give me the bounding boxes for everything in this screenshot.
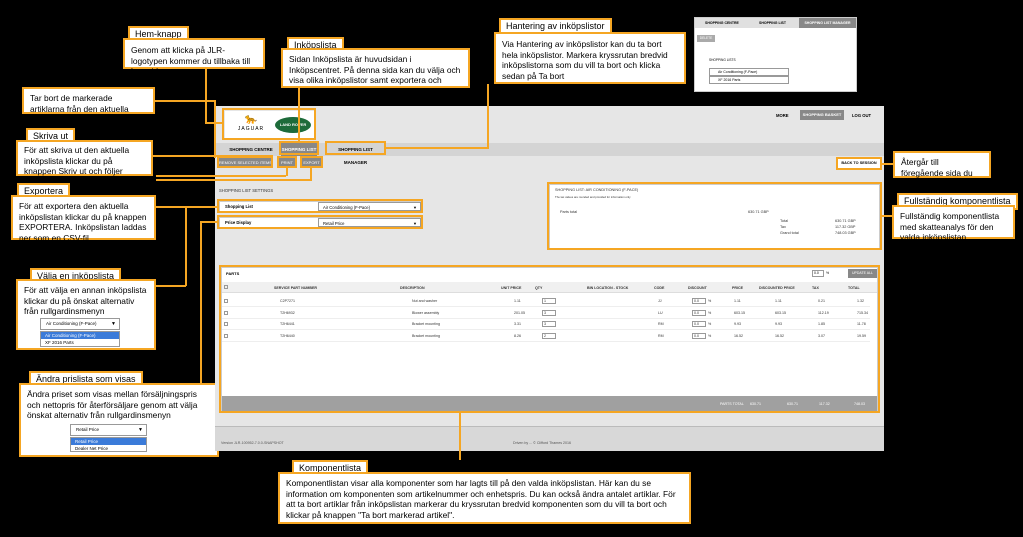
highlight-tab-list xyxy=(279,141,319,155)
callout-manager: Via Hantering av inköpslistor kan du ta … xyxy=(494,32,686,84)
connector xyxy=(153,155,273,157)
manager-preview-heading: SHOPPING LISTS xyxy=(709,58,736,62)
settings-heading: SHOPPING LIST SETTINGS xyxy=(219,188,274,193)
highlight-parts xyxy=(219,265,880,413)
example-price-select[interactable]: Retail Price ▼ xyxy=(70,424,147,436)
callout-price-text: Ändra priset som visas mellan försäljnin… xyxy=(27,389,198,420)
highlight-summary xyxy=(547,182,882,250)
highlight-print xyxy=(277,156,297,168)
manager-preview-delete[interactable]: DELETE xyxy=(697,35,715,42)
manager-preview-tab[interactable]: SHOPPING LIST xyxy=(759,21,786,25)
chevron-down-icon: ▼ xyxy=(138,427,143,433)
nav-logout[interactable]: LOG OUT xyxy=(852,113,871,118)
nav-more[interactable]: MORE xyxy=(776,113,789,118)
manager-preview-item[interactable]: Air Conditioning (F-Pace) xyxy=(709,68,789,76)
highlight-tab-manager xyxy=(325,141,386,155)
highlight-logo xyxy=(222,108,316,140)
copyright-text: Driven by ... © Clifford Thames 2016 xyxy=(513,441,572,445)
version-text: Version JLR-100952-7.0.0-SNAPSHOT xyxy=(221,441,284,445)
manager-preview-tabbar: SHOPPING CENTRE SHOPPING LIST SHOPPING L… xyxy=(695,18,856,28)
connector xyxy=(200,221,202,384)
manager-preview-item[interactable]: XF 2016 Parts xyxy=(709,76,789,84)
highlight-list-select xyxy=(217,199,423,213)
chevron-down-icon: ▼ xyxy=(111,321,116,327)
connector xyxy=(200,221,217,223)
callout-choose-list-text: För att välja en annan inköpslista klick… xyxy=(24,285,147,316)
example-list-option[interactable]: XF 2016 Parts xyxy=(41,339,119,346)
example-list-options: Air Conditioning (F-Pace) XF 2016 Parts xyxy=(40,331,120,347)
callout-print: För att skriva ut den aktuella inköpslis… xyxy=(16,140,153,187)
connector xyxy=(155,100,215,102)
callout-back: Återgår till föregående sida du besökte xyxy=(893,151,991,188)
example-list-value: Air Conditioning (F-Pace) xyxy=(46,321,97,326)
connector xyxy=(185,206,187,286)
example-price-options: Retail Price Dealer Net Price xyxy=(70,437,147,452)
connector xyxy=(386,147,488,149)
callout-shopping-list: Sidan Inköpslista är huvudsidan i Inköps… xyxy=(281,48,470,96)
callout-remove: Tar bort de markerade artiklarna från de… xyxy=(22,87,155,124)
manager-preview: SHOPPING CENTRE SHOPPING LIST SHOPPING L… xyxy=(694,17,857,92)
connector xyxy=(459,413,461,460)
manager-preview-tab-active[interactable]: SHOPPING LIST MANAGER xyxy=(799,18,856,28)
connector xyxy=(156,179,312,181)
callout-export: För att exportera den aktuella inköpslis… xyxy=(11,195,156,243)
nav-shopping-basket[interactable]: SHOPPING BASKET xyxy=(800,110,844,120)
connector xyxy=(214,100,216,158)
callout-components: Komponentlistan visar alla komponenter s… xyxy=(278,472,691,524)
connector xyxy=(205,68,207,124)
connector xyxy=(487,84,489,149)
footer-bar: Version JLR-100952-7.0.0-SNAPSHOT Driven… xyxy=(215,426,884,451)
callout-full-list: Fullständig komponentlista med skatteana… xyxy=(892,205,1015,242)
connector xyxy=(156,206,218,208)
highlight-price-select xyxy=(217,215,423,229)
connector xyxy=(298,88,300,141)
highlight-back xyxy=(836,157,882,170)
connector xyxy=(882,163,893,165)
connector xyxy=(882,215,893,217)
example-price-value: Retail Price xyxy=(76,427,100,432)
connector xyxy=(156,175,286,177)
connector xyxy=(286,168,288,176)
manager-preview-tab[interactable]: SHOPPING CENTRE xyxy=(705,21,739,25)
example-list-option[interactable]: Air Conditioning (F-Pace) xyxy=(41,332,119,339)
example-price-option[interactable]: Dealer Net Price xyxy=(71,445,146,452)
example-list-select[interactable]: Air Conditioning (F-Pace) ▼ xyxy=(40,318,120,330)
highlight-remove xyxy=(217,156,273,168)
highlight-export xyxy=(300,156,323,168)
connector xyxy=(156,285,186,287)
example-price-option[interactable]: Retail Price xyxy=(71,438,146,445)
callout-home: Genom att klicka på JLR-logotypen kommer… xyxy=(123,38,265,76)
